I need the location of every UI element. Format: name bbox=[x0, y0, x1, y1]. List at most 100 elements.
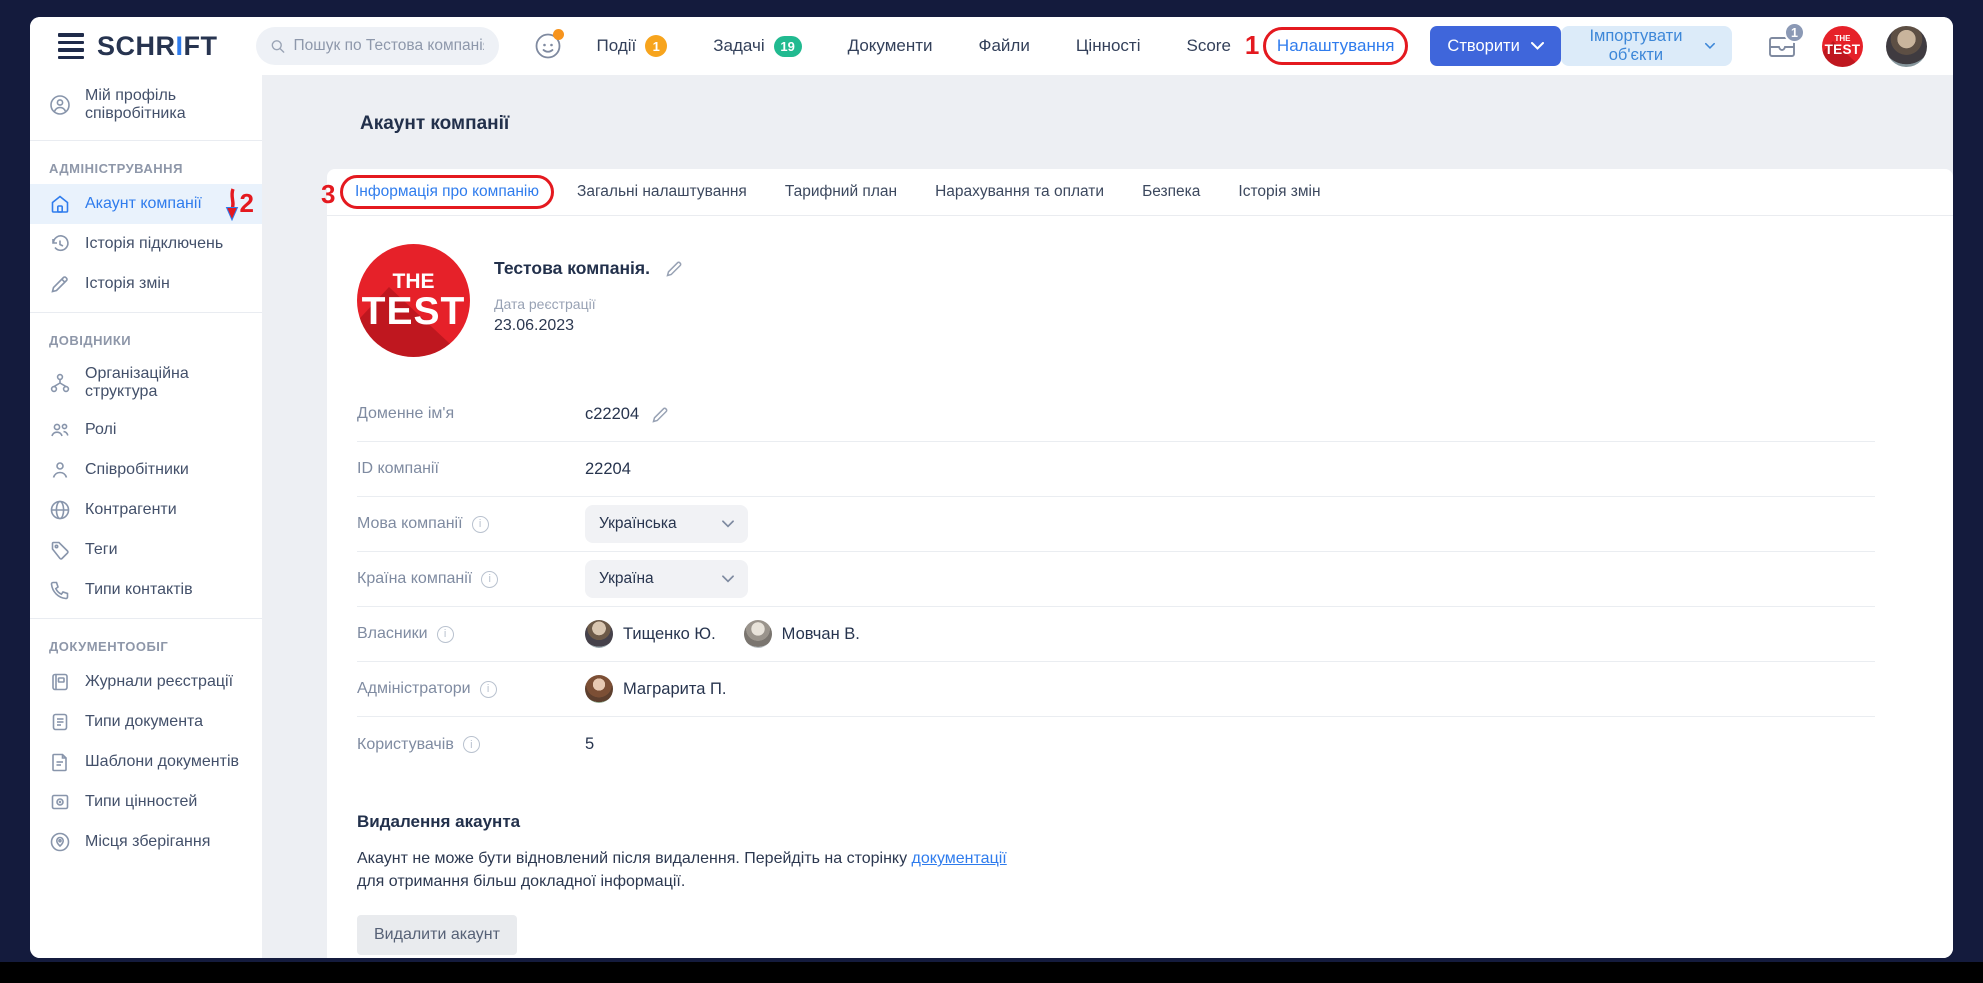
sidebar-item-tags[interactable]: Теги bbox=[30, 530, 262, 570]
field-value: 22204 bbox=[585, 460, 631, 479]
admin-chip[interactable]: Маграрита П. bbox=[585, 675, 726, 703]
sidebar-divider bbox=[30, 618, 262, 619]
chevron-down-icon bbox=[722, 520, 734, 528]
owner-chip[interactable]: Мовчан В. bbox=[744, 620, 860, 648]
nav-score[interactable]: Score bbox=[1187, 36, 1231, 56]
tab-general-settings[interactable]: Загальні налаштування bbox=[577, 183, 747, 201]
menu-icon[interactable] bbox=[58, 33, 84, 59]
sidebar-item-employees[interactable]: Співробітники bbox=[30, 450, 262, 490]
info-icon[interactable]: i bbox=[472, 516, 489, 533]
field-row-company-id: ID компанії 22204 bbox=[357, 442, 1875, 497]
logo-text-2: FT bbox=[184, 31, 218, 61]
company-name-row: Тестова компанія. bbox=[494, 258, 684, 279]
nav-values[interactable]: Цінності bbox=[1076, 36, 1141, 56]
app-logo[interactable]: SCHRIFT bbox=[97, 31, 218, 62]
edit-company-name-icon[interactable] bbox=[665, 259, 684, 278]
sidebar-item-company-account[interactable]: Акаунт компанії 2 bbox=[30, 184, 262, 224]
tab-company-info[interactable]: Інформація про компанію 3 bbox=[355, 183, 539, 201]
sidebar-item-document-types[interactable]: Типи документа bbox=[30, 702, 262, 742]
sidebar-item-label: Мій профіль співробітника bbox=[85, 87, 243, 123]
country-select[interactable]: Україна bbox=[585, 560, 748, 598]
nav-label: Документи bbox=[848, 36, 933, 56]
tab-charges-payments[interactable]: Нарахування та оплати bbox=[935, 183, 1104, 201]
import-objects-button[interactable]: Імпортувати об'єкти bbox=[1561, 26, 1732, 66]
company-meta: Тестова компанія. Дата реєстрації 23.06.… bbox=[494, 244, 684, 357]
owner-chip[interactable]: Тищенко Ю. bbox=[585, 620, 716, 648]
archive-box-button[interactable]: 1 bbox=[1766, 30, 1798, 62]
search-input[interactable] bbox=[294, 37, 484, 55]
person-icon bbox=[49, 459, 71, 481]
avatar bbox=[585, 675, 613, 703]
sidebar-item-org-structure[interactable]: Організаційна структура bbox=[30, 356, 262, 410]
field-row-country: Країна компаніїi Україна bbox=[357, 552, 1875, 607]
info-icon[interactable]: i bbox=[437, 626, 454, 643]
archive-badge: 1 bbox=[1784, 22, 1805, 43]
nav-events[interactable]: Події1 bbox=[597, 35, 668, 57]
roles-icon bbox=[49, 419, 71, 441]
create-button[interactable]: Створити bbox=[1430, 26, 1560, 66]
account-card: Інформація про компанію 3 Загальні налаш… bbox=[327, 169, 1953, 958]
sidebar-item-roles[interactable]: Ролі bbox=[30, 410, 262, 450]
nav-tasks[interactable]: Задачі19 bbox=[713, 36, 801, 57]
sidebar-section-administration: АДМІНІСТРУВАННЯ bbox=[30, 149, 262, 184]
nav-files[interactable]: Файли bbox=[979, 36, 1030, 56]
person-name: Мовчан В. bbox=[782, 625, 860, 644]
location-pin-icon bbox=[49, 831, 71, 853]
info-icon[interactable]: i bbox=[480, 681, 497, 698]
tab-security[interactable]: Безпека bbox=[1142, 183, 1200, 201]
logo-text: SCHR bbox=[97, 31, 176, 61]
document-template-icon bbox=[49, 751, 71, 773]
tab-label: Тарифний план bbox=[785, 183, 897, 200]
tab-change-history[interactable]: Історія змін bbox=[1238, 183, 1320, 201]
person-name: Тищенко Ю. bbox=[623, 625, 716, 644]
delete-section-title: Видалення акаунта bbox=[357, 812, 1925, 832]
sidebar-item-label: Шаблони документів bbox=[85, 753, 239, 771]
create-label: Створити bbox=[1447, 37, 1519, 56]
sidebar-item-change-history[interactable]: Історія змін bbox=[30, 264, 262, 304]
sidebar-item-label: Журнали реєстрації bbox=[85, 673, 233, 691]
app-window: SCHRIFT Події1 Задачі19 Документи Файли … bbox=[30, 17, 1953, 958]
mini-logo-line2: TEST bbox=[1825, 43, 1861, 57]
chevron-down-icon bbox=[722, 575, 734, 583]
tab-label: Безпека bbox=[1142, 183, 1200, 200]
user-avatar[interactable] bbox=[1886, 26, 1927, 67]
nav-documents[interactable]: Документи bbox=[848, 36, 933, 56]
sidebar-item-my-profile[interactable]: Мій профіль співробітника bbox=[30, 75, 262, 132]
global-search[interactable] bbox=[256, 27, 499, 65]
sidebar-divider bbox=[30, 312, 262, 313]
sidebar-item-connection-history[interactable]: Історія підключень bbox=[30, 224, 262, 264]
main-nav: Події1 Задачі19 Документи Файли Цінності… bbox=[597, 35, 1395, 57]
tab-label: Історія змін bbox=[1238, 183, 1320, 200]
edit-domain-icon[interactable] bbox=[651, 405, 670, 424]
field-row-owners: Власники i Тищенко Ю. Мовчан В. bbox=[357, 607, 1875, 662]
sidebar-item-value-types[interactable]: Типи цінностей bbox=[30, 782, 262, 822]
select-value: Українська bbox=[599, 515, 677, 533]
history-icon bbox=[49, 233, 71, 255]
company-logo-line2: TEST bbox=[362, 293, 466, 331]
tab-tariff-plan[interactable]: Тарифний план bbox=[785, 183, 897, 201]
sidebar-item-counterparties[interactable]: Контрагенти bbox=[30, 490, 262, 530]
language-select[interactable]: Українська bbox=[585, 505, 748, 543]
sidebar-item-label: Типи документа bbox=[85, 713, 203, 731]
globe-icon bbox=[49, 499, 71, 521]
sidebar-item-storage-locations[interactable]: Місця зберігання bbox=[30, 822, 262, 862]
pencil-icon bbox=[49, 273, 71, 295]
company-logo-small[interactable]: THE TEST bbox=[1822, 26, 1863, 67]
registration-date-value: 23.06.2023 bbox=[494, 317, 684, 335]
sidebar-item-label: Контрагенти bbox=[85, 501, 177, 519]
document-type-icon bbox=[49, 711, 71, 733]
delete-account-button[interactable]: Видалити акаунт bbox=[357, 915, 517, 955]
sidebar-item-document-templates[interactable]: Шаблони документів bbox=[30, 742, 262, 782]
nav-settings[interactable]: Налаштування 1 bbox=[1277, 36, 1395, 56]
field-row-users-count: Користувачівi 5 bbox=[357, 717, 1875, 772]
sidebar-item-contact-types[interactable]: Типи контактів bbox=[30, 570, 262, 610]
info-icon[interactable]: i bbox=[481, 571, 498, 588]
documentation-link[interactable]: документації bbox=[912, 850, 1007, 867]
info-icon[interactable]: i bbox=[463, 736, 480, 753]
support-chat-icon[interactable] bbox=[533, 31, 563, 61]
journal-icon bbox=[49, 671, 71, 693]
nav-label: Налаштування bbox=[1277, 36, 1395, 56]
field-label: Власники bbox=[357, 625, 428, 643]
notification-dot bbox=[553, 29, 564, 40]
sidebar-item-registration-journals[interactable]: Журнали реєстрації bbox=[30, 662, 262, 702]
